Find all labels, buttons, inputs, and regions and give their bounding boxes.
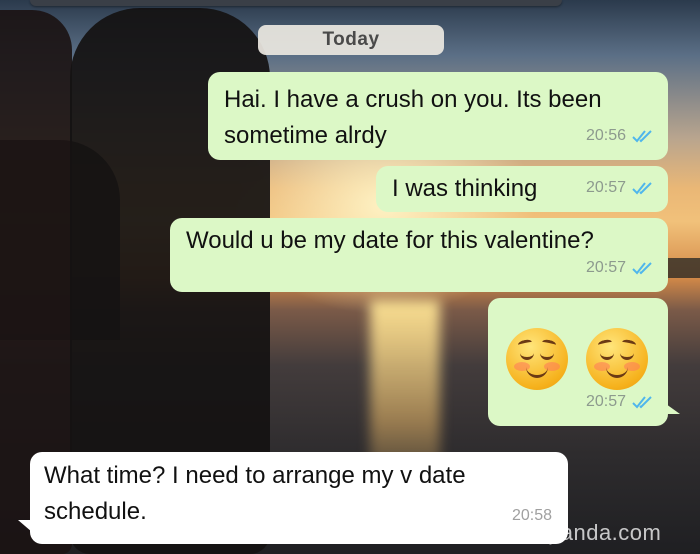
message-time: 20:57 xyxy=(585,393,626,410)
message-meta: 20:58 xyxy=(512,498,552,534)
message-text: Hai. I have a crush on you. Its been som… xyxy=(224,86,602,149)
message-bubble[interactable]: I was thinking 20:57 xyxy=(376,166,668,212)
message-time: 20:56 xyxy=(585,127,626,144)
chat-screen: Today Hai. I have a crush on you. Its be… xyxy=(0,0,700,554)
double-check-icon xyxy=(632,130,652,143)
bubble-tail xyxy=(18,520,32,532)
double-check-icon xyxy=(632,262,652,275)
message-meta: 20:57 xyxy=(586,170,654,206)
message-meta: 20:56 xyxy=(586,118,654,154)
watermark: panda.com xyxy=(548,520,662,545)
smiling-face-icon xyxy=(506,328,568,390)
bubble-tail xyxy=(666,404,680,414)
date-separator: Today xyxy=(258,25,444,55)
message-bubble[interactable]: Would u be my date for this valentine? 2… xyxy=(170,218,668,292)
message-meta: 20:57 xyxy=(586,384,654,420)
previous-message-edge xyxy=(30,0,562,6)
message-text: Would u be my date for this valentine? xyxy=(186,227,594,254)
message-time: 20:57 xyxy=(585,259,626,276)
message-text: What time? I need to arrange my v date s… xyxy=(44,462,466,525)
double-check-icon xyxy=(632,182,652,195)
message-bubble[interactable]: What time? I need to arrange my v date s… xyxy=(30,452,568,544)
smiling-face-icon xyxy=(586,328,648,390)
double-check-icon xyxy=(632,396,652,409)
message-bubble[interactable]: 20:57 xyxy=(488,298,668,426)
message-meta: 20:57 xyxy=(586,250,654,286)
message-time: 20:58 xyxy=(511,507,552,524)
message-time: 20:57 xyxy=(585,179,626,196)
message-bubble[interactable]: Hai. I have a crush on you. Its been som… xyxy=(208,72,668,160)
